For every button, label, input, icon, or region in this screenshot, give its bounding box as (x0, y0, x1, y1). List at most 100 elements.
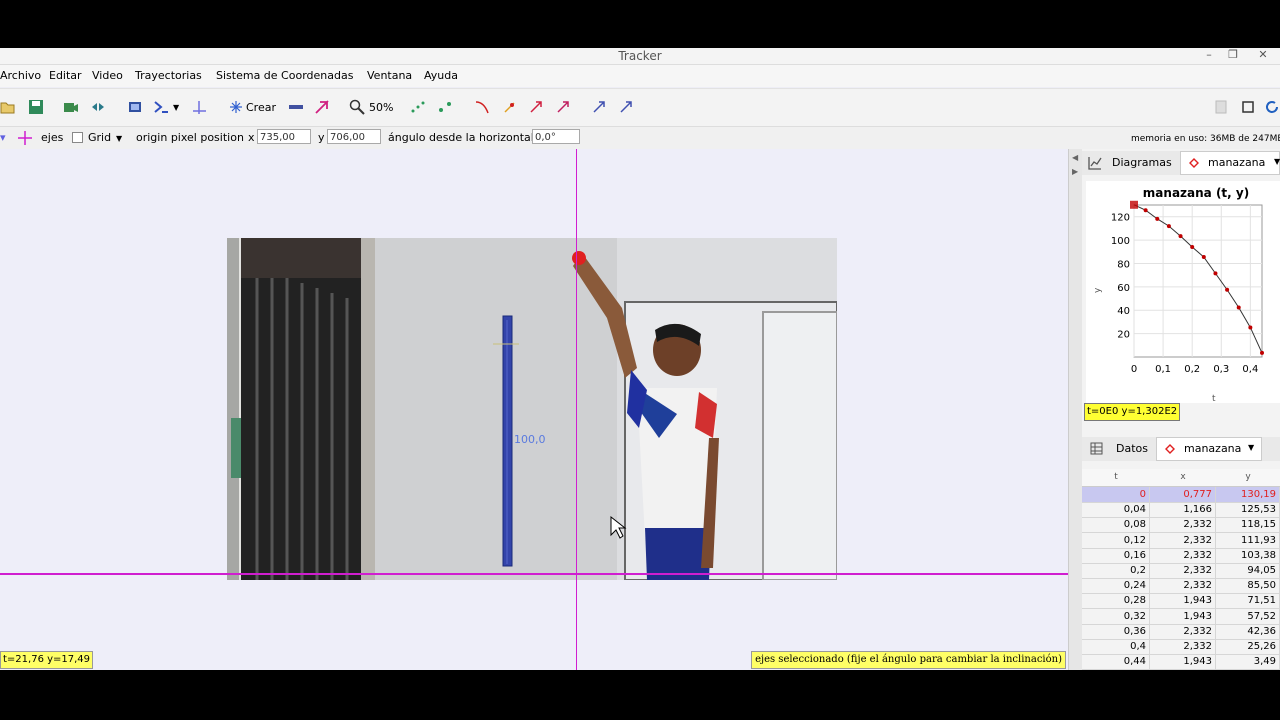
table-row[interactable]: 0,4 2,332 25,26 (1082, 639, 1280, 655)
table-cell-t[interactable]: 0 (1082, 487, 1150, 502)
table-row[interactable]: 0,12 2,332 111,93 (1082, 532, 1280, 549)
table-cell-t[interactable]: 0,12 (1082, 532, 1150, 548)
axes-icon[interactable] (191, 99, 207, 115)
table-row[interactable]: 0,24 2,332 85,50 (1082, 578, 1280, 595)
table-cell-y[interactable]: 125,53 (1216, 502, 1280, 518)
menu-ayuda[interactable]: Ayuda (424, 69, 458, 82)
table-row[interactable]: 0 0,777 130,19 (1082, 487, 1280, 503)
table-cell-t[interactable]: 0,2 (1082, 563, 1150, 578)
table-cell-x[interactable]: 2,332 (1150, 532, 1216, 548)
data-point[interactable] (1213, 271, 1218, 276)
angle-field[interactable]: 0,0° (532, 129, 580, 144)
grid-checkbox[interactable] (72, 132, 83, 143)
origin-y-field[interactable]: 706,00 (327, 129, 381, 144)
data-point[interactable] (1155, 216, 1160, 221)
acceleration-vector-icon[interactable] (555, 99, 571, 115)
table-row[interactable]: 0,04 1,166 125,53 (1082, 502, 1280, 519)
table-row[interactable]: 0,28 1,943 71,51 (1082, 593, 1280, 610)
velocity-vector-icon[interactable] (528, 99, 544, 115)
table-cell-y[interactable]: 25,26 (1216, 639, 1280, 654)
data-point[interactable] (1260, 350, 1264, 355)
data-point[interactable] (1201, 255, 1206, 260)
close-button[interactable]: ✕ (1252, 48, 1274, 63)
notes-icon[interactable] (1213, 99, 1229, 115)
data-point[interactable] (1143, 208, 1148, 213)
menu-editar[interactable]: Editar (49, 69, 82, 82)
table-cell-x[interactable]: 2,332 (1150, 578, 1216, 594)
zoom-icon[interactable] (349, 99, 365, 115)
table-cell-t[interactable]: 0,08 (1082, 517, 1150, 533)
table-cell-t[interactable]: 0,36 (1082, 623, 1150, 639)
table-cell-t[interactable]: 0,4 (1082, 639, 1150, 654)
table-cell-y[interactable]: 57,52 (1216, 608, 1280, 624)
plot-track-selector[interactable]: manazana ▼ (1180, 151, 1280, 175)
open-folder-icon[interactable] (0, 99, 16, 115)
window-layout-icon[interactable] (1240, 99, 1256, 115)
table-cell-t[interactable]: 0,32 (1082, 608, 1150, 624)
trail-icon[interactable] (410, 99, 426, 115)
column-header-y[interactable]: y (1216, 469, 1280, 485)
refresh-icon[interactable] (1264, 99, 1280, 115)
labels-icon[interactable] (437, 99, 453, 115)
table-row[interactable]: 0,08 2,332 118,15 (1082, 517, 1280, 534)
collapse-left-icon[interactable]: ◀ (1072, 153, 1078, 162)
data-point[interactable] (1248, 325, 1253, 330)
chevron-down-icon[interactable]: ▼ (173, 99, 179, 117)
data-point[interactable] (1225, 287, 1230, 292)
table-cell-t[interactable]: 0,04 (1082, 502, 1150, 518)
table-cell-x[interactable]: 2,332 (1150, 517, 1216, 533)
path-icon[interactable] (474, 99, 490, 115)
table-cell-x[interactable]: 1,943 (1150, 593, 1216, 609)
chevron-down-icon[interactable]: ▼ (1274, 157, 1280, 166)
calibration-icon[interactable] (127, 99, 143, 115)
table-cell-x[interactable]: 2,332 (1150, 547, 1216, 563)
column-header-x[interactable]: x (1150, 469, 1216, 485)
vector-tail-icon[interactable] (618, 99, 634, 115)
table-row[interactable]: 0,44 1,943 3,49 (1082, 654, 1280, 670)
table-cell-y[interactable]: 130,19 (1216, 487, 1280, 502)
tab-diagramas[interactable]: Diagramas (1112, 156, 1172, 169)
maximize-button[interactable]: ❐ (1222, 48, 1244, 63)
table-cell-y[interactable]: 94,05 (1216, 563, 1280, 578)
save-icon[interactable] (28, 99, 44, 115)
data-track-selector[interactable]: manazana ▼ (1156, 437, 1262, 461)
video-clip-icon[interactable] (63, 99, 79, 115)
tab-datos[interactable]: Datos (1116, 442, 1148, 455)
menu-trayectorias[interactable]: Trayectorias (135, 69, 202, 82)
table-cell-t[interactable]: 0,24 (1082, 578, 1150, 594)
table-cell-t[interactable]: 0,16 (1082, 547, 1150, 563)
track-control-icon[interactable] (288, 99, 304, 115)
video-panel[interactable]: 100,0 t=21,76 y=17,49 ejes seleccionado … (0, 149, 1068, 670)
calibration-tools-icon[interactable] (153, 99, 169, 115)
chevron-down-icon[interactable]: ▼ (1248, 443, 1254, 452)
panel-splitter[interactable]: ◀ ▶ (1068, 149, 1083, 670)
clip-settings-icon[interactable] (90, 99, 106, 115)
data-point[interactable] (1178, 234, 1183, 239)
table-cell-y[interactable]: 118,15 (1216, 517, 1280, 533)
table-row[interactable]: 0,16 2,332 103,38 (1082, 547, 1280, 564)
table-cell-t[interactable]: 0,28 (1082, 593, 1150, 609)
menu-ventana[interactable]: Ventana (367, 69, 412, 82)
vector-sum-icon[interactable] (591, 99, 607, 115)
menu-video[interactable]: Video (92, 69, 123, 82)
zoom-level[interactable]: 50% (369, 99, 393, 117)
table-cell-x[interactable]: 1,166 (1150, 502, 1216, 518)
origin-x-field[interactable]: 735,00 (257, 129, 311, 144)
collapse-right-icon[interactable]: ▶ (1072, 167, 1078, 176)
x-axis-line[interactable] (0, 573, 1068, 575)
y-axis-line[interactable] (576, 149, 577, 670)
table-cell-y[interactable]: 103,38 (1216, 547, 1280, 563)
table-row[interactable]: 0,36 2,332 42,36 (1082, 623, 1280, 640)
table-cell-y[interactable]: 3,49 (1216, 654, 1280, 670)
minimize-button[interactable]: – (1198, 48, 1220, 63)
data-point[interactable] (1166, 224, 1171, 229)
chevron-down-icon[interactable]: ▾ (0, 130, 6, 146)
data-point[interactable] (1236, 305, 1241, 310)
selected-data-point[interactable] (1130, 200, 1138, 209)
table-cell-x[interactable]: 1,943 (1150, 608, 1216, 624)
table-cell-y[interactable]: 85,50 (1216, 578, 1280, 594)
table-row[interactable]: 0,2 2,332 94,05 (1082, 563, 1280, 579)
table-cell-x[interactable]: 2,332 (1150, 623, 1216, 639)
menu-sistema-coordenadas[interactable]: Sistema de Coordenadas (216, 69, 353, 82)
table-cell-x[interactable]: 0,777 (1150, 487, 1216, 502)
